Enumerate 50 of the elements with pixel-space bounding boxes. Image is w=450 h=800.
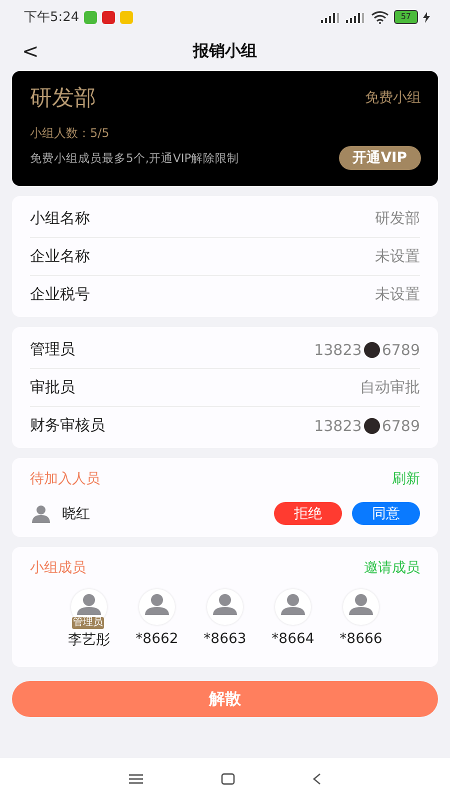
row-value: 6789 bbox=[382, 416, 420, 434]
refresh-link[interactable]: 刷新 bbox=[392, 470, 420, 488]
section-title: 小组成员 bbox=[30, 559, 86, 577]
row-value: 研发部 bbox=[375, 209, 420, 228]
member-name: *8664 bbox=[272, 631, 314, 647]
menu-icon[interactable] bbox=[129, 774, 143, 784]
dissolve-button[interactable]: 解散 bbox=[12, 681, 438, 717]
member-name: 李艺彤 bbox=[68, 631, 110, 649]
row-label: 审批员 bbox=[30, 378, 75, 397]
row-label: 财务审核员 bbox=[30, 416, 105, 435]
row-value: 6789 bbox=[382, 340, 420, 358]
section-title: 待加入人员 bbox=[30, 470, 100, 488]
row-value: 13823 bbox=[314, 416, 362, 434]
row-label: 企业税号 bbox=[30, 285, 90, 304]
applicant-name: 晓红 bbox=[62, 504, 90, 522]
signal-icon bbox=[346, 12, 366, 22]
member-name: *8662 bbox=[136, 631, 178, 647]
plan-label: 免费小组 bbox=[365, 89, 421, 107]
member-name: *8666 bbox=[340, 631, 382, 647]
back-icon[interactable] bbox=[313, 773, 321, 785]
row-value: 未设置 bbox=[375, 247, 420, 266]
wifi-icon bbox=[370, 10, 389, 24]
status-time: 下午5:24 bbox=[24, 9, 80, 26]
home-icon[interactable] bbox=[221, 773, 235, 785]
app-icon bbox=[102, 10, 116, 24]
redaction-mark bbox=[364, 342, 380, 358]
charging-icon bbox=[423, 12, 430, 22]
back-button[interactable]: < bbox=[18, 39, 43, 63]
row-value: 自动审批 bbox=[360, 378, 420, 397]
member-count: 小组人数：5/5 bbox=[30, 125, 110, 142]
battery-indicator: 57 bbox=[394, 10, 418, 24]
redaction-mark bbox=[364, 418, 380, 434]
admin-badge: 管理员 bbox=[72, 617, 104, 629]
page-title: 报销小组 bbox=[193, 40, 257, 62]
member-name: *8663 bbox=[204, 631, 246, 647]
group-name: 研发部 bbox=[30, 85, 96, 113]
app-icon bbox=[84, 10, 98, 24]
reject-button[interactable]: 拒绝 bbox=[274, 502, 342, 525]
vip-button[interactable]: 开通VIP bbox=[338, 146, 421, 170]
row-label: 管理员 bbox=[30, 340, 75, 359]
row-label: 企业名称 bbox=[30, 247, 90, 266]
avatar-icon bbox=[30, 502, 52, 524]
limit-note: 免费小组成员最多5个,开通VIP解除限制 bbox=[30, 150, 240, 166]
accept-button[interactable]: 同意 bbox=[352, 502, 420, 525]
row-value: 未设置 bbox=[375, 285, 420, 304]
app-icon bbox=[120, 10, 134, 24]
row-value: 13823 bbox=[314, 340, 362, 358]
row-label: 小组名称 bbox=[30, 209, 90, 228]
invite-link[interactable]: 邀请成员 bbox=[364, 559, 420, 577]
signal-icon bbox=[320, 12, 341, 22]
